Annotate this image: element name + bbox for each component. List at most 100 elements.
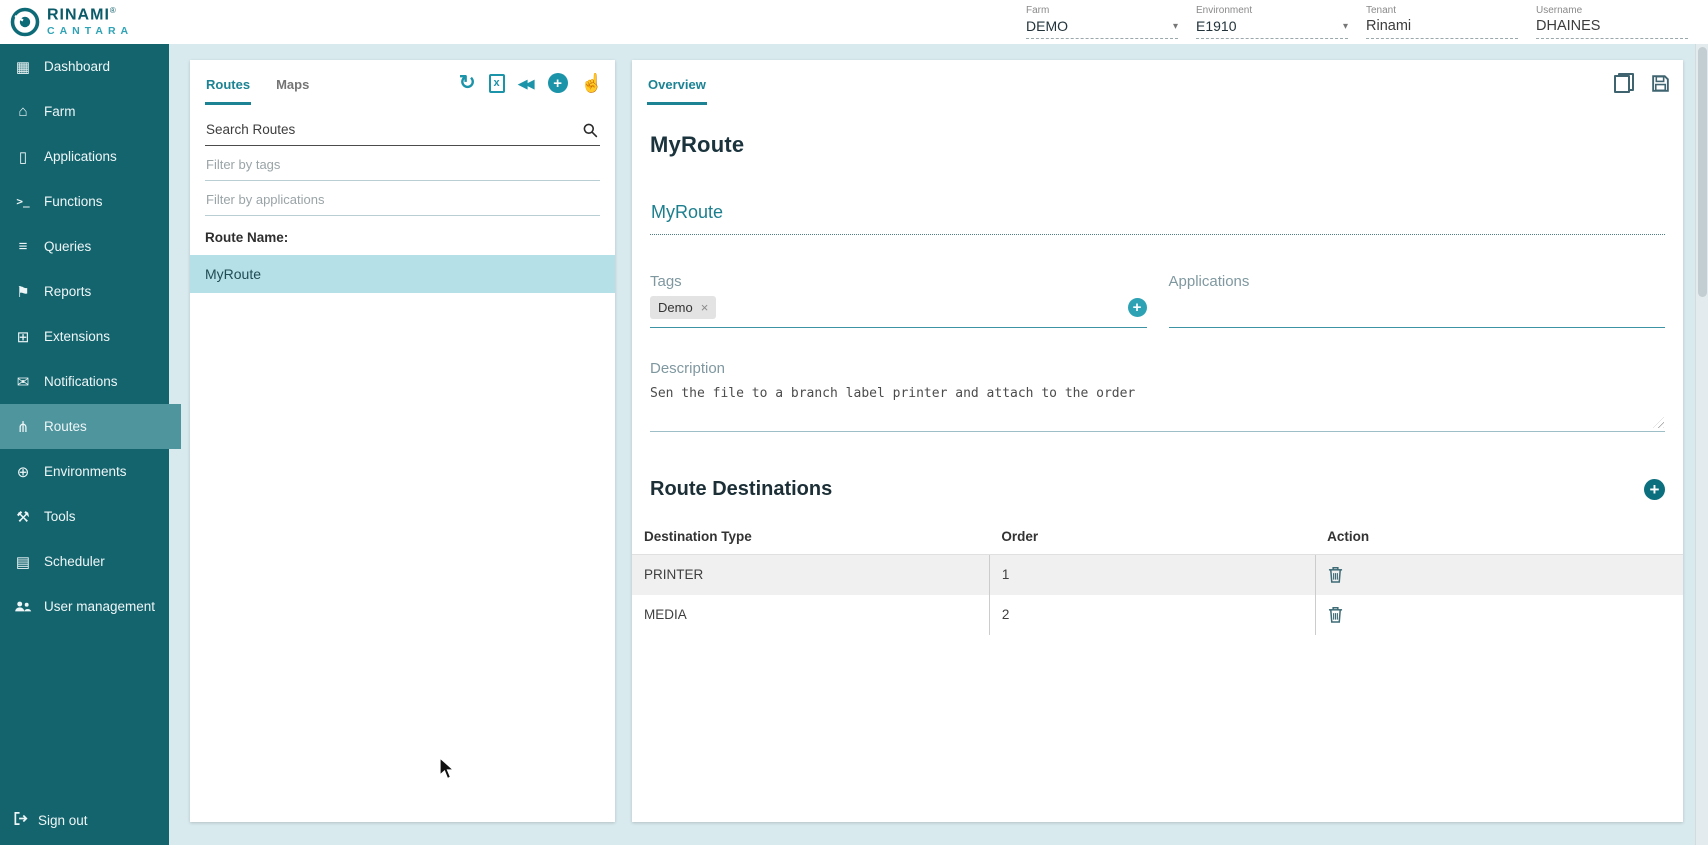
sidebar-item-label: Tools <box>44 509 76 524</box>
sidebar-item-extensions[interactable]: ⊞ Extensions <box>0 314 169 359</box>
filter-applications-input[interactable] <box>205 185 600 215</box>
tag-chip-label: Demo <box>658 300 693 315</box>
app-logo: RINAMI® CANTARA <box>0 7 133 37</box>
sidebar-item-label: User management <box>44 599 155 614</box>
queries-icon: ≡ <box>13 238 33 255</box>
tenant-value: Rinami <box>1366 18 1411 34</box>
destination-type-cell: PRINTER <box>632 555 989 595</box>
filter-tags-field <box>205 150 600 181</box>
logo-name: RINAMI <box>47 7 110 24</box>
add-tag-icon[interactable]: + <box>1128 298 1147 317</box>
add-destination-icon[interactable]: + <box>1644 479 1665 500</box>
filter-tags-input[interactable] <box>205 150 600 180</box>
farm-select[interactable]: DEMO ▾ <box>1026 18 1178 39</box>
page-title: MyRoute <box>650 132 1665 158</box>
tag-chip: Demo × <box>650 296 716 319</box>
applications-label: Applications <box>1169 273 1666 290</box>
user-management-icon <box>13 600 33 613</box>
refresh-icon[interactable]: ↻ <box>459 73 476 93</box>
tags-applications-row: Tags Demo × + Applications <box>650 273 1665 328</box>
rewind-icon[interactable]: ◀◀ <box>518 77 535 90</box>
context-fields: Farm DEMO ▾ Environment E1910 ▾ Tenant R… <box>1026 5 1708 39</box>
extensions-icon: ⊞ <box>13 328 33 346</box>
sidebar-item-label: Dashboard <box>44 59 110 74</box>
route-list-item[interactable]: MyRoute <box>190 255 615 293</box>
sidebar-item-label: Environments <box>44 464 127 479</box>
environment-label: Environment <box>1196 5 1348 16</box>
save-icon[interactable] <box>1650 73 1671 94</box>
tools-icon: ⚒ <box>13 508 33 526</box>
route-destinations-title: Route Destinations <box>650 478 832 501</box>
sidebar-item-applications[interactable]: ▯ Applications <box>0 134 169 179</box>
sidebar-item-user-management[interactable]: User management <box>0 584 169 629</box>
search-routes-input[interactable] <box>205 116 600 145</box>
remove-tag-icon[interactable]: × <box>701 301 709 314</box>
chevron-down-icon: ▾ <box>1173 21 1178 32</box>
tenant-label: Tenant <box>1366 5 1518 16</box>
description-textarea[interactable]: Sen the file to a branch label printer a… <box>650 386 1665 406</box>
table-row: MEDIA 2 <box>632 595 1683 635</box>
tags-control[interactable]: Demo × + <box>650 292 1147 328</box>
farm-label: Farm <box>1026 5 1178 16</box>
vertical-scrollbar[interactable] <box>1695 44 1708 845</box>
farm-value: DEMO <box>1026 18 1068 34</box>
export-excel-icon[interactable]: x <box>489 74 505 93</box>
applications-icon: ▯ <box>13 148 33 166</box>
filter-applications-field <box>205 185 600 216</box>
tab-routes-label: Routes <box>206 77 250 92</box>
functions-icon: >_ <box>13 195 33 208</box>
detail-content: MyRoute Tags Demo × + Applications <box>632 132 1683 635</box>
sidebar-item-functions[interactable]: >_ Functions <box>0 179 169 224</box>
username-label: Username <box>1536 5 1688 16</box>
tab-overview-label: Overview <box>648 77 706 92</box>
detail-panel-tabs: Overview <box>632 60 1683 106</box>
routes-list-panel: Routes Maps ↻ x ◀◀ + ☝ <box>190 60 615 822</box>
sidebar-item-environments[interactable]: ⊕ Environments <box>0 449 169 494</box>
table-header-row: Destination Type Order Action <box>632 519 1683 555</box>
sign-out-button[interactable]: Sign out <box>0 801 169 839</box>
tags-label: Tags <box>650 273 1147 290</box>
app-root: RINAMI® CANTARA Farm DEMO ▾ Environment … <box>0 0 1708 845</box>
sidebar-item-dashboard[interactable]: ▦ Dashboard <box>0 44 169 89</box>
delete-destination-icon[interactable] <box>1328 606 1343 623</box>
sign-out-icon <box>13 811 28 829</box>
sidebar-item-farm[interactable]: ⌂ Farm <box>0 89 169 134</box>
sidebar-item-routes[interactable]: ⋔ Routes <box>0 404 181 449</box>
sidebar-item-tools[interactable]: ⚒ Tools <box>0 494 169 539</box>
environment-value: E1910 <box>1196 18 1236 34</box>
scrollbar-thumb[interactable] <box>1698 47 1707 297</box>
sidebar-item-reports[interactable]: ⚑ Reports <box>0 269 169 314</box>
sidebar-item-label: Applications <box>44 149 117 164</box>
copy-icon[interactable] <box>1614 73 1634 93</box>
environment-field: Environment E1910 ▾ <box>1196 5 1348 39</box>
notifications-icon: ✉ <box>13 373 33 391</box>
farm-icon: ⌂ <box>13 103 33 120</box>
tab-overview[interactable]: Overview <box>647 61 707 105</box>
order-cell: 2 <box>989 595 1315 635</box>
sidebar-item-label: Extensions <box>44 329 110 344</box>
delete-destination-icon[interactable] <box>1328 566 1343 583</box>
search-icon <box>582 122 598 143</box>
applications-control[interactable] <box>1169 292 1666 328</box>
sign-out-label: Sign out <box>38 813 88 828</box>
resize-handle[interactable] <box>1653 417 1664 428</box>
tab-maps[interactable]: Maps <box>275 61 310 105</box>
sidebar-item-label: Functions <box>44 194 103 209</box>
sidebar-item-notifications[interactable]: ✉ Notifications <box>0 359 169 404</box>
search-routes-field <box>205 116 600 146</box>
sidebar-item-label: Notifications <box>44 374 118 389</box>
add-route-icon[interactable]: + <box>548 73 568 93</box>
sidebar-item-queries[interactable]: ≡ Queries <box>0 224 169 269</box>
username-value-row: DHAINES <box>1536 18 1688 39</box>
route-name-input[interactable] <box>650 202 1665 235</box>
environment-select[interactable]: E1910 ▾ <box>1196 18 1348 39</box>
sidebar-item-scheduler[interactable]: ▤ Scheduler <box>0 539 169 584</box>
sidebar-item-label: Scheduler <box>44 554 105 569</box>
tags-field: Tags Demo × + <box>650 273 1147 328</box>
routes-toolbar: ↻ x ◀◀ + ☝ <box>459 73 603 93</box>
hand-icon[interactable]: ☝ <box>581 74 603 92</box>
tab-routes[interactable]: Routes <box>205 61 251 105</box>
route-name-list-header: Route Name: <box>205 230 600 245</box>
logo-icon <box>10 7 40 37</box>
detail-actions <box>1614 73 1671 94</box>
